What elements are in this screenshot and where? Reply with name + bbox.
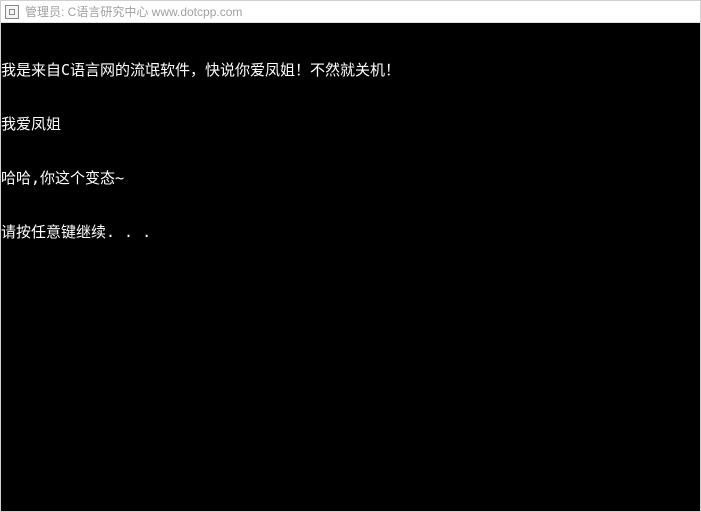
console-window: 管理员: C语言研究中心 www.dotcpp.com 我是来自C语言网的流氓软…	[0, 0, 701, 512]
console-line: 请按任意键继续. . .	[1, 223, 700, 241]
app-icon	[5, 5, 19, 19]
console-line: 哈哈,你这个变态~	[1, 169, 700, 187]
titlebar[interactable]: 管理员: C语言研究中心 www.dotcpp.com	[1, 1, 700, 23]
console-line: 我爱凤姐	[1, 115, 700, 133]
console-output[interactable]: 我是来自C语言网的流氓软件，快说你爱凤姐！不然就关机！ 我爱凤姐 哈哈,你这个变…	[1, 23, 700, 511]
window-title: 管理员: C语言研究中心 www.dotcpp.com	[25, 3, 242, 20]
console-line: 我是来自C语言网的流氓软件，快说你爱凤姐！不然就关机！	[1, 61, 700, 79]
